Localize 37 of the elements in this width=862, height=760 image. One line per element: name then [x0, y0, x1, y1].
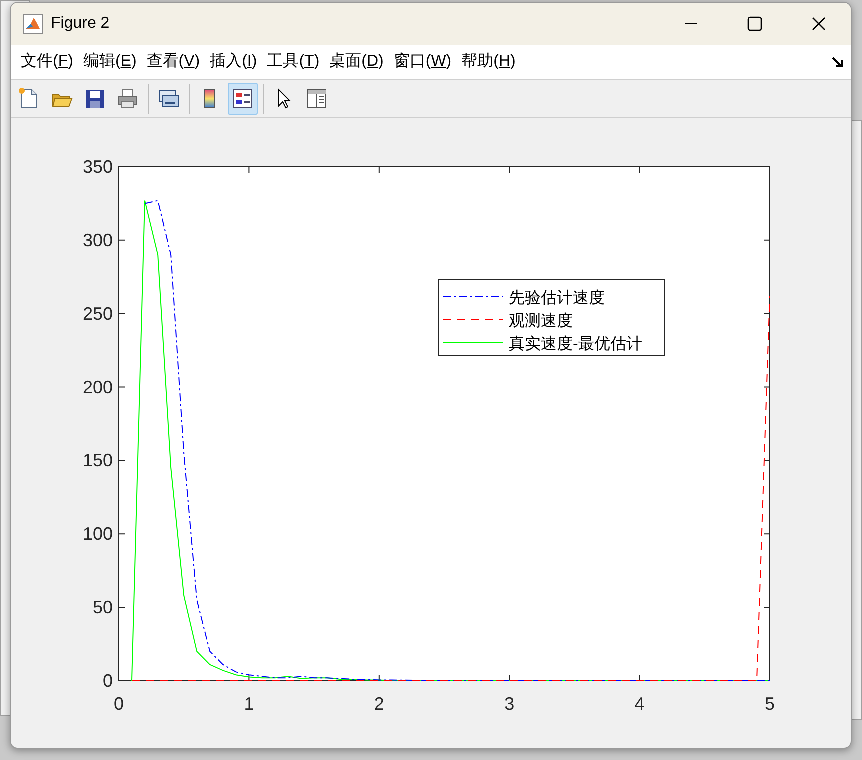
tick-label: 4 [634, 694, 645, 714]
menu-item[interactable]: 编辑(E) [81, 50, 145, 74]
menu-item[interactable]: 工具(T) [265, 50, 328, 74]
menu-item[interactable]: 帮助(H) [460, 50, 524, 74]
legend-label: 先验估计速度 [509, 290, 605, 307]
tick-label: 150 [82, 450, 113, 471]
legend-icon [231, 86, 255, 110]
toolbar-button[interactable] [228, 82, 258, 114]
legend-line-sample [442, 342, 504, 344]
menu-item[interactable]: 插入(I) [208, 50, 266, 74]
property-panel-icon [305, 86, 329, 110]
minimize-icon [684, 23, 698, 25]
tick-label: 0 [102, 671, 113, 691]
dock-arrow-icon[interactable] [831, 55, 845, 69]
close-icon [811, 16, 827, 32]
tick-label: 3 [504, 694, 515, 714]
tick-label: 100 [82, 524, 113, 544]
maximize-icon [747, 16, 763, 32]
tick-label: 200 [82, 377, 113, 398]
tick-label: 250 [82, 304, 113, 324]
tick-label: 0 [114, 694, 124, 714]
legend-label: 真实速度-最优估计 [509, 336, 642, 353]
tick-label: 5 [765, 694, 775, 714]
tick-label: 350 [82, 157, 113, 177]
tick-label: 50 [92, 598, 113, 618]
tick-label: 300 [82, 230, 113, 250]
menu-item[interactable]: 窗口(W) [392, 50, 460, 74]
window-title: Figure 2 [51, 14, 110, 34]
menu-item[interactable]: 文件(F) [19, 50, 82, 74]
menu-item[interactable]: 查看(V) [144, 50, 208, 74]
tick-label: 2 [374, 694, 384, 714]
legend-label: 观测速度 [509, 313, 573, 330]
legend-line-sample [442, 296, 504, 298]
app-icon [23, 14, 43, 34]
menu-item[interactable]: 桌面(D) [328, 50, 392, 74]
printer-icon [116, 86, 140, 110]
tick-label: 1 [244, 694, 254, 714]
